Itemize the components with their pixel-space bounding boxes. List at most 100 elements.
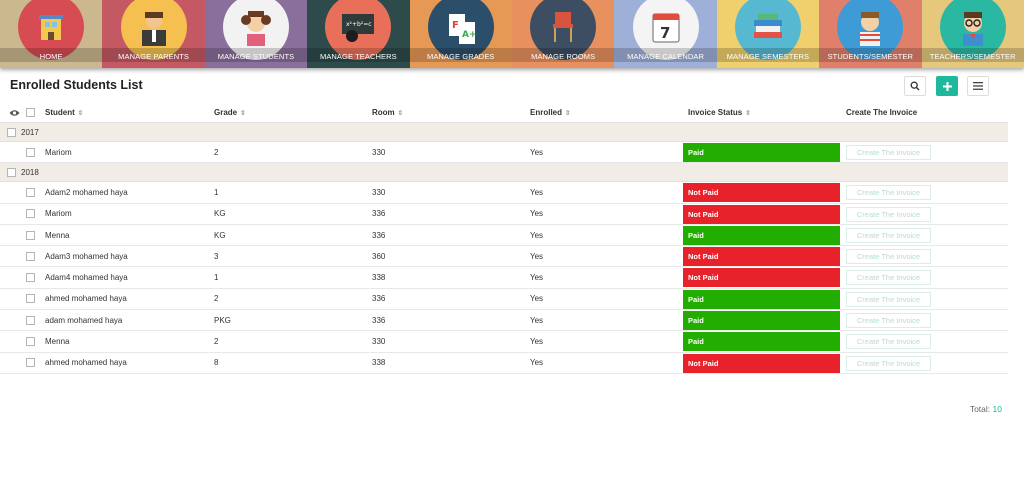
table-row: Adam2 mohamed haya 1 330 Yes Not Paid Create …: [0, 182, 1008, 204]
nav-tile-semesters[interactable]: MANAGE SEMESTERS: [716, 0, 820, 68]
create-invoice-button[interactable]: Create The Invoice: [846, 227, 931, 243]
invoice-status-badge: Paid: [683, 311, 840, 331]
svg-text:7: 7: [660, 24, 670, 42]
hamburger-icon: [973, 82, 983, 90]
nav-tile-teachers[interactable]: x²+b²=c MANAGE TEACHERS: [307, 0, 410, 68]
student-name: adam mohamed haya: [45, 315, 123, 325]
enrolled-value: Yes: [530, 273, 544, 283]
invoice-status-badge: Paid: [683, 143, 840, 162]
sort-icon: ⇳: [240, 109, 246, 117]
group-checkbox[interactable]: [7, 127, 16, 137]
nav-label: STUDENTS/SEMESTER: [827, 52, 914, 61]
enrolled-value: Yes: [530, 230, 544, 240]
sort-icon: ⇳: [565, 109, 571, 117]
grade-value: PKG: [214, 315, 231, 325]
room-value: 338: [372, 358, 386, 368]
student-name: Menna: [45, 337, 70, 347]
row-checkbox[interactable]: [26, 315, 35, 325]
students-semester-icon: [860, 12, 881, 46]
row-checkbox[interactable]: [26, 294, 35, 304]
add-button[interactable]: [936, 76, 958, 96]
top-nav: HOME MANAGE PARENTS MANAGE STUDENTS x²+b²=c…: [0, 0, 1024, 68]
table-row: adam mohamed haya PKG 336 Yes Paid Create The…: [0, 310, 1008, 332]
nav-tile-teachers-semester[interactable]: TEACHERS/SEMESTER: [921, 0, 1024, 68]
create-invoice-button[interactable]: Create The Invoice: [846, 185, 931, 201]
nav-label: HOME: [39, 52, 63, 61]
column-student[interactable]: Student ⇳: [45, 103, 83, 122]
create-invoice-button[interactable]: Create The Invoice: [846, 313, 931, 329]
table-row: ahmed mohamed haya 8 338 Yes Not Paid Create …: [0, 353, 1008, 374]
row-checkbox[interactable]: [26, 251, 35, 261]
grade-value: 3: [214, 251, 219, 261]
row-checkbox[interactable]: [26, 230, 35, 240]
teachers-semester-icon: [962, 12, 983, 46]
nav-label: MANAGE SEMESTERS: [726, 52, 810, 61]
column-invoice-status[interactable]: Invoice Status ⇳: [688, 103, 751, 122]
nav-tile-parents[interactable]: MANAGE PARENTS: [102, 0, 205, 68]
nav-tile-rooms[interactable]: MANAGE ROOMS: [511, 0, 615, 68]
group-year: 2017: [21, 127, 39, 137]
room-value: 336: [372, 230, 386, 240]
plus-icon: [942, 81, 952, 91]
nav-tile-home[interactable]: HOME: [0, 0, 103, 68]
nav-tile-students[interactable]: MANAGE STUDENTS: [204, 0, 308, 68]
row-checkbox[interactable]: [26, 337, 35, 347]
grade-value: 2: [214, 294, 219, 304]
student-name: Adam3 mohamed haya: [45, 251, 128, 261]
create-invoice-button[interactable]: Create The Invoice: [846, 334, 931, 350]
column-enrolled[interactable]: Enrolled ⇳: [530, 103, 570, 122]
column-grade[interactable]: Grade ⇳: [214, 103, 246, 122]
group-checkbox[interactable]: [7, 167, 16, 177]
grade-value: 1: [214, 273, 219, 283]
create-invoice-button[interactable]: Create The Invoice: [846, 145, 931, 160]
row-checkbox[interactable]: [26, 147, 35, 157]
grade-value: KG: [214, 230, 226, 240]
table-row: Mariom KG 336 Yes Not Paid Create The Invoice: [0, 204, 1008, 225]
group-row-2018[interactable]: 2018: [0, 163, 1008, 183]
column-visibility-toggle[interactable]: [9, 103, 20, 122]
nav-label: MANAGE PARENTS: [118, 52, 190, 61]
home-icon: [39, 15, 64, 40]
nav-tile-students-semester[interactable]: STUDENTS/SEMESTER: [819, 0, 922, 68]
create-invoice-button[interactable]: Create The Invoice: [846, 206, 931, 222]
create-invoice-button[interactable]: Create The Invoice: [846, 291, 931, 307]
svg-text:A+: A+: [462, 30, 477, 40]
nav-label: MANAGE GRADES: [426, 52, 495, 61]
nav-label: MANAGE ROOMS: [531, 52, 596, 61]
enrolled-value: Yes: [530, 251, 544, 261]
grade-value: 1: [214, 187, 219, 197]
list-header: Enrolled Students List: [0, 68, 1024, 104]
semesters-icon: [753, 14, 782, 38]
select-all-checkbox[interactable]: [26, 108, 35, 117]
create-invoice-button[interactable]: Create The Invoice: [846, 270, 931, 286]
room-value: 336: [372, 315, 386, 325]
nav-tile-calendar[interactable]: 7 MANAGE CALENDAR: [614, 0, 717, 68]
table-row: Menna KG 336 Yes Paid Create The Invoice: [0, 225, 1008, 247]
table-row: Menna 2 330 Yes Paid Create The Invoice: [0, 331, 1008, 353]
student-name: Mariom: [45, 209, 72, 219]
menu-button[interactable]: [967, 76, 989, 96]
sort-icon: ⇳: [77, 109, 84, 117]
nav-label: TEACHERS/SEMESTER: [929, 52, 1016, 61]
row-checkbox[interactable]: [26, 209, 35, 219]
invoice-status-badge: Not Paid: [683, 353, 840, 373]
create-invoice-button[interactable]: Create The Invoice: [846, 355, 931, 371]
create-invoice-button[interactable]: Create The Invoice: [846, 249, 931, 265]
row-checkbox[interactable]: [26, 273, 35, 283]
enrolled-value: Yes: [530, 337, 544, 347]
student-name: Adam4 mohamed haya: [45, 273, 128, 283]
group-row-2017[interactable]: 2017: [0, 123, 1008, 142]
table-row: Mariom 2 330 Yes Paid Create The Invoice: [0, 142, 1008, 164]
column-room[interactable]: Room ⇳: [372, 103, 403, 122]
invoice-status-badge: Not Paid: [683, 183, 840, 203]
enrolled-value: Yes: [530, 187, 544, 197]
row-checkbox[interactable]: [26, 187, 35, 197]
room-value: 360: [372, 251, 386, 261]
nav-label: MANAGE CALENDAR: [627, 52, 704, 61]
nav-tile-grades[interactable]: F A+ MANAGE GRADES: [409, 0, 512, 68]
grades-icon: FA+: [448, 14, 477, 44]
invoice-status-badge: Paid: [683, 289, 840, 309]
search-button[interactable]: [904, 76, 926, 96]
page-title: Enrolled Students List: [10, 78, 143, 92]
row-checkbox[interactable]: [26, 358, 35, 368]
